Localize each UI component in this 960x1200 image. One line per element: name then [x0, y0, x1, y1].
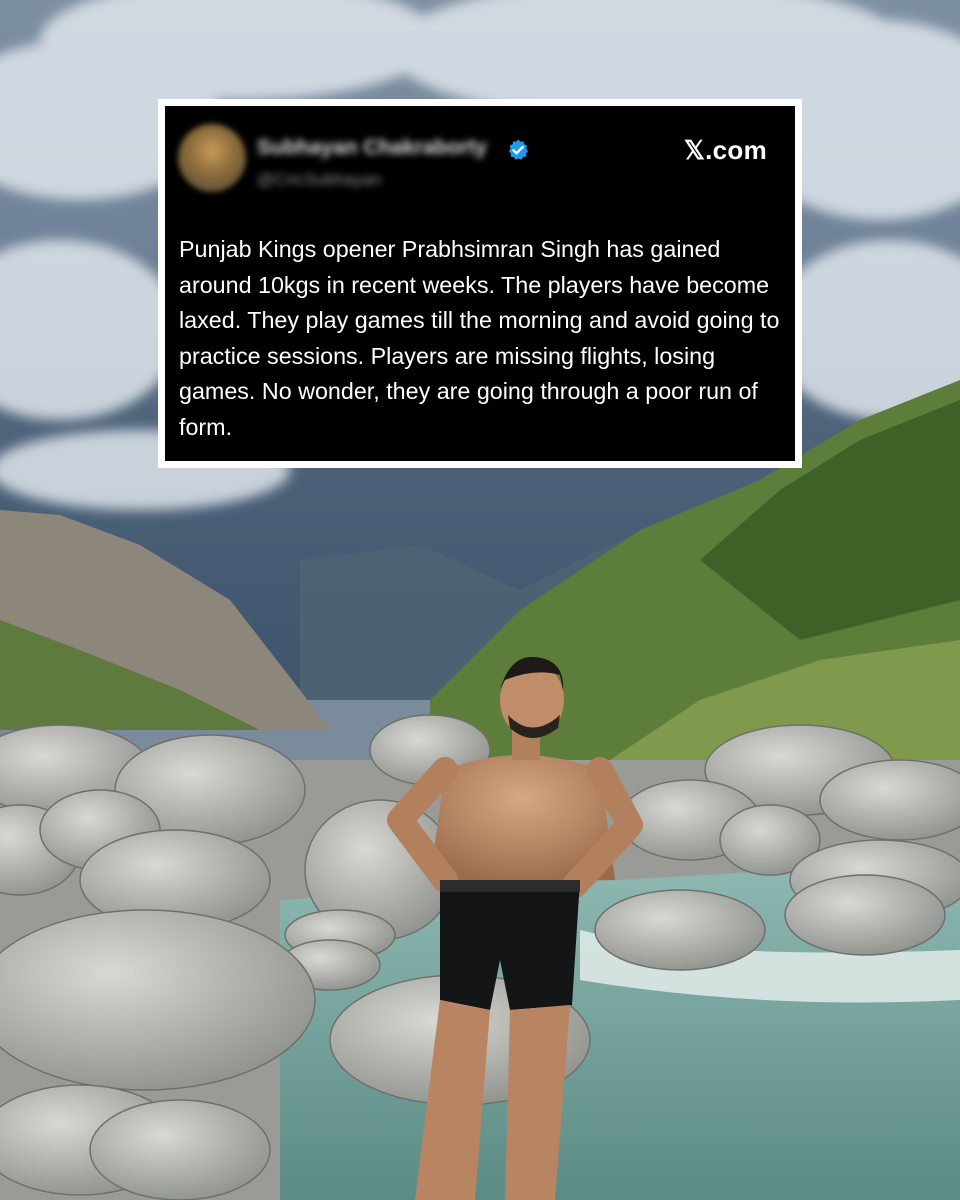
verified-badge-icon — [508, 139, 528, 160]
post-text: Punjab Kings opener Prabhsimran Singh ha… — [179, 236, 780, 440]
author-handle[interactable]: @CricSubhayan — [257, 170, 381, 190]
x-brand-label: 𝕏.com — [683, 135, 767, 165]
avatar[interactable] — [178, 124, 246, 192]
author-name[interactable]: Subhayan Chakraborty — [257, 136, 487, 160]
post-card: Subhayan Chakraborty @CricSubhayan 𝕏.com… — [158, 99, 802, 468]
